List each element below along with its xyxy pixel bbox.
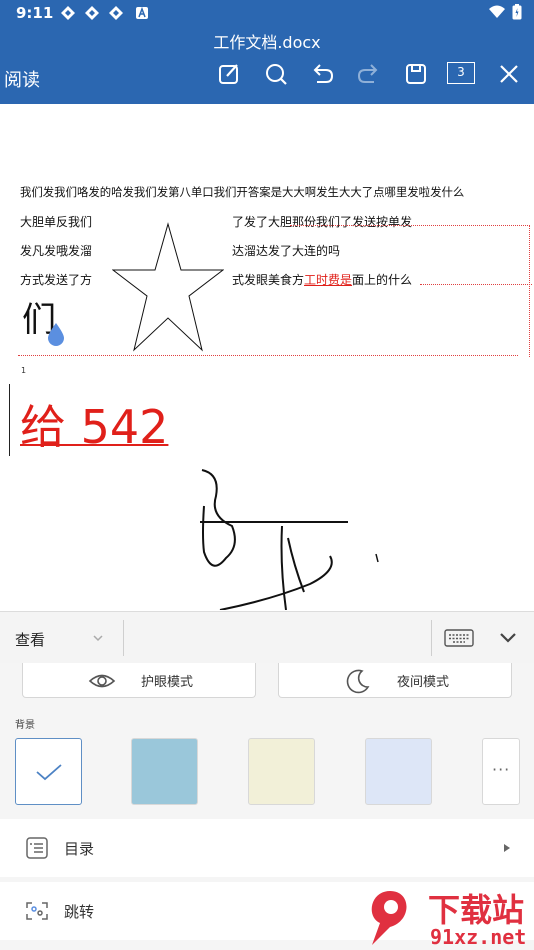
document-canvas[interactable]: 我们发我们咯发的哈发我们发第八单口我们开答案是大大啊发生大大了点哪里发啦发什么 … [0,104,534,610]
app-notification-icon [136,6,148,19]
text-caret [9,384,10,456]
doc-text-segment: 式发眼美食方 [232,273,305,287]
app-notification-icon [61,6,75,20]
doc-text-line-2-left: 大胆单反我们 [20,215,93,229]
doc-red-text: 工时费是 [304,273,353,287]
revision-dotted-line [18,355,518,356]
footnote-marker: 1 [21,366,27,375]
revision-dotted-line [529,225,530,357]
bg-swatch-white[interactable] [15,738,82,805]
ink-drawing[interactable] [190,466,390,610]
search-icon[interactable] [262,60,290,88]
view-menu-label[interactable]: 查看 [15,629,45,650]
app-root: 9:11 工作文档.docx 阅读 3 我们发我们咯发的哈发我们发第八单口我们开… [0,0,534,950]
star-shape[interactable] [112,222,224,352]
app-notification-icon [109,6,123,20]
doc-text-line-1: 我们发我们咯发的哈发我们发第八单口我们开答案是大大啊发生大大了点哪里发啦发什么 [20,185,465,199]
app-header: 9:11 工作文档.docx 阅读 3 [0,0,534,104]
toolbar-divider [431,620,432,656]
toc-icon [26,837,48,859]
read-mode-label[interactable]: 阅读 [4,66,40,92]
status-indicators [488,4,522,20]
background-label: 背景 [15,720,35,731]
night-mode-label: 夜间模式 [397,675,450,690]
check-icon [36,764,62,781]
more-icon: ··· [492,760,511,779]
chevron-down-icon[interactable] [92,632,104,644]
red-heading-text: 给 542 [20,400,169,454]
doc-text-line-2-right: 了发了大胆那份我们了发送按单发 [232,215,413,229]
keyboard-icon[interactable] [444,628,474,648]
page-count-box[interactable]: 3 [447,62,475,84]
collapse-panel-icon[interactable] [498,630,518,646]
doc-text-segment: 面上的什么 [352,273,413,287]
status-time: 9:11 [16,4,54,22]
eye-protection-button[interactable]: 护眼模式 [22,663,256,698]
doc-text-line-3-right: 达溜达发了大连的吗 [232,244,341,258]
redo-icon[interactable] [355,60,383,88]
cursor-handle-icon[interactable] [46,322,66,346]
chevron-right-icon [504,844,510,852]
doc-text-line-3-left: 发凡发哦发溜 [20,244,93,258]
eye-mode-label: 护眼模式 [141,675,194,690]
toc-row[interactable]: 目录 [0,819,534,877]
eye-icon [88,674,116,688]
doc-text-line-4-left: 方式发送了方 [20,273,93,287]
save-icon[interactable] [402,60,430,88]
moon-icon [346,669,370,694]
document-title: 工作文档.docx [213,33,321,52]
undo-icon[interactable] [308,60,336,88]
bg-swatch-lavender[interactable] [365,738,432,805]
app-notification-icon [85,6,99,20]
toc-label: 目录 [64,840,95,858]
revision-dotted-line [420,284,532,285]
wifi-icon [489,5,505,18]
doc-text-line-4-right: 式发眼美食方工时费是面上的什么 [232,271,412,288]
site-watermark: 下载站 91xz.net [360,885,534,950]
revision-dotted-line [290,225,530,226]
watermark-domain: 91xz.net [430,925,527,949]
night-mode-button[interactable]: 夜间模式 [278,663,512,698]
toolbar-divider [123,620,124,656]
more-backgrounds-button[interactable]: ··· [482,738,520,805]
battery-icon [512,4,522,20]
brand-logo-icon [371,891,407,945]
close-icon[interactable] [495,60,523,88]
bottom-toolbar: 查看 [0,611,534,663]
bg-swatch-blue[interactable] [131,738,198,805]
bg-swatch-beige[interactable] [248,738,315,805]
jump-icon [26,902,48,920]
jump-label: 跳转 [64,903,95,921]
edit-icon[interactable] [215,60,243,88]
